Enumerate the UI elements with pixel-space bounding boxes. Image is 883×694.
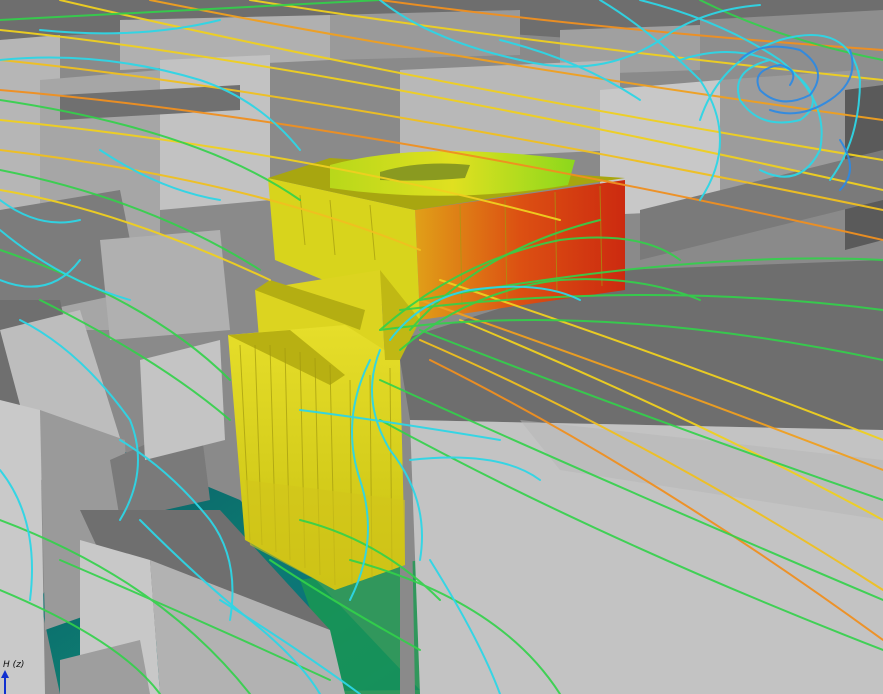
wind-flow-scene[interactable] <box>0 0 883 694</box>
z-axis-arrow-icon <box>1 670 9 694</box>
right-foreground-building <box>385 260 883 694</box>
axis-indicator-label: H (z) <box>3 660 25 670</box>
3d-viewport[interactable]: H (z) <box>0 0 883 694</box>
